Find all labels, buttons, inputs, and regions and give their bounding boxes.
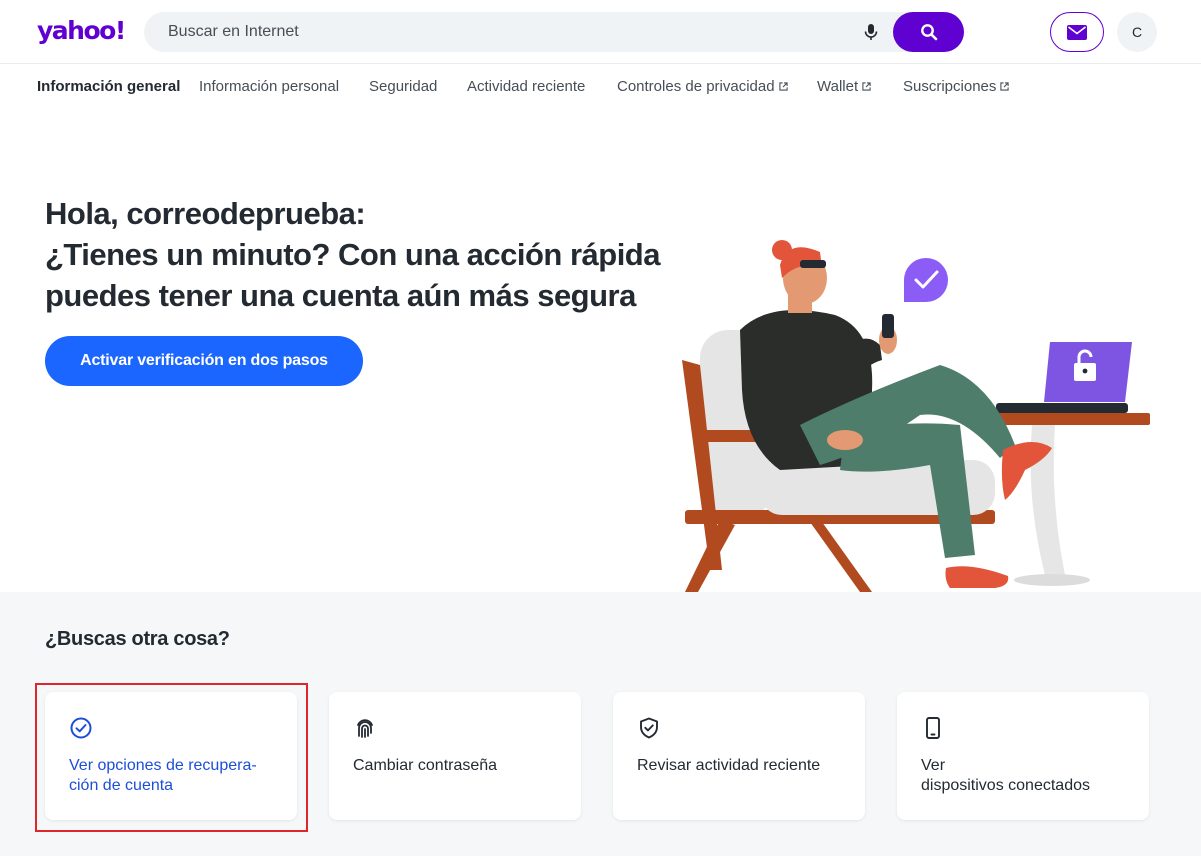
- search-input[interactable]: [168, 12, 848, 52]
- external-link-icon: [778, 82, 788, 91]
- tab-label: Suscripciones: [903, 78, 997, 95]
- search-icon: [920, 24, 937, 41]
- shield-check-icon: [640, 717, 658, 739]
- avatar[interactable]: C: [1117, 12, 1157, 52]
- external-link-icon: [1000, 82, 1010, 91]
- check-circle-icon: [70, 717, 92, 739]
- account-nav: Información general Información personal…: [0, 64, 1201, 110]
- card-review-activity[interactable]: Revisar actividad reciente: [613, 692, 865, 820]
- security-illustration: [682, 240, 1150, 592]
- tab-label: Seguridad: [369, 78, 438, 95]
- top-header: yahoo! C: [0, 0, 1201, 64]
- mail-icon: [1067, 24, 1087, 40]
- tab-label: Información general: [37, 78, 181, 95]
- tab-label: Actividad reciente: [467, 78, 586, 95]
- card-recovery-options[interactable]: Ver opciones de recupera- ción de cuenta: [45, 692, 297, 820]
- card-change-password[interactable]: Cambiar contraseña: [329, 692, 581, 820]
- card-label: Revisar actividad reciente: [637, 757, 821, 774]
- card-connected-devices[interactable]: Ver dispositivos conectados: [897, 692, 1149, 820]
- microphone-icon[interactable]: [861, 22, 881, 42]
- yahoo-logo[interactable]: yahoo!: [37, 16, 126, 46]
- other-options-section: ¿Buscas otra cosa? Ver opciones de recup…: [0, 592, 1201, 856]
- hero-title-line: Hola, correodeprueba:: [45, 196, 366, 231]
- tab-wallet[interactable]: Wallet: [817, 78, 871, 95]
- tab-actividad-reciente[interactable]: Actividad reciente: [467, 78, 585, 95]
- tab-controles-privacidad[interactable]: Controles de privacidad: [617, 78, 788, 95]
- tab-label: Wallet: [817, 78, 859, 95]
- hero-title-line: puedes tener una cuenta aún más segura: [45, 278, 636, 313]
- external-link-icon: [862, 82, 871, 91]
- search-bar: [144, 12, 964, 52]
- mail-button[interactable]: [1050, 12, 1104, 52]
- section-title: ¿Buscas otra cosa?: [45, 628, 230, 650]
- tab-seguridad[interactable]: Seguridad: [369, 78, 437, 95]
- card-label: Ver opciones de recupera- ción de cuenta: [69, 757, 257, 794]
- tab-label: Controles de privacidad: [617, 78, 775, 95]
- tab-informacion-general[interactable]: Información general: [37, 78, 180, 95]
- tab-informacion-personal[interactable]: Información personal: [199, 78, 339, 95]
- smartphone-icon: [926, 717, 940, 739]
- card-label: Cambiar contraseña: [353, 757, 498, 774]
- hero-title: Hola, correodeprueba: ¿Tienes un minuto?…: [45, 193, 685, 316]
- search-button[interactable]: [893, 12, 964, 52]
- fingerprint-icon: [357, 719, 373, 738]
- hero-title-line: ¿Tienes un minuto? Con una acción rápida: [45, 237, 661, 272]
- card-label: Ver dispositivos conectados: [921, 757, 1090, 794]
- enable-two-step-button[interactable]: Activar verificación en dos pasos: [45, 336, 363, 386]
- tab-label: Información personal: [199, 78, 340, 95]
- tab-suscripciones[interactable]: Suscripciones: [903, 78, 1010, 95]
